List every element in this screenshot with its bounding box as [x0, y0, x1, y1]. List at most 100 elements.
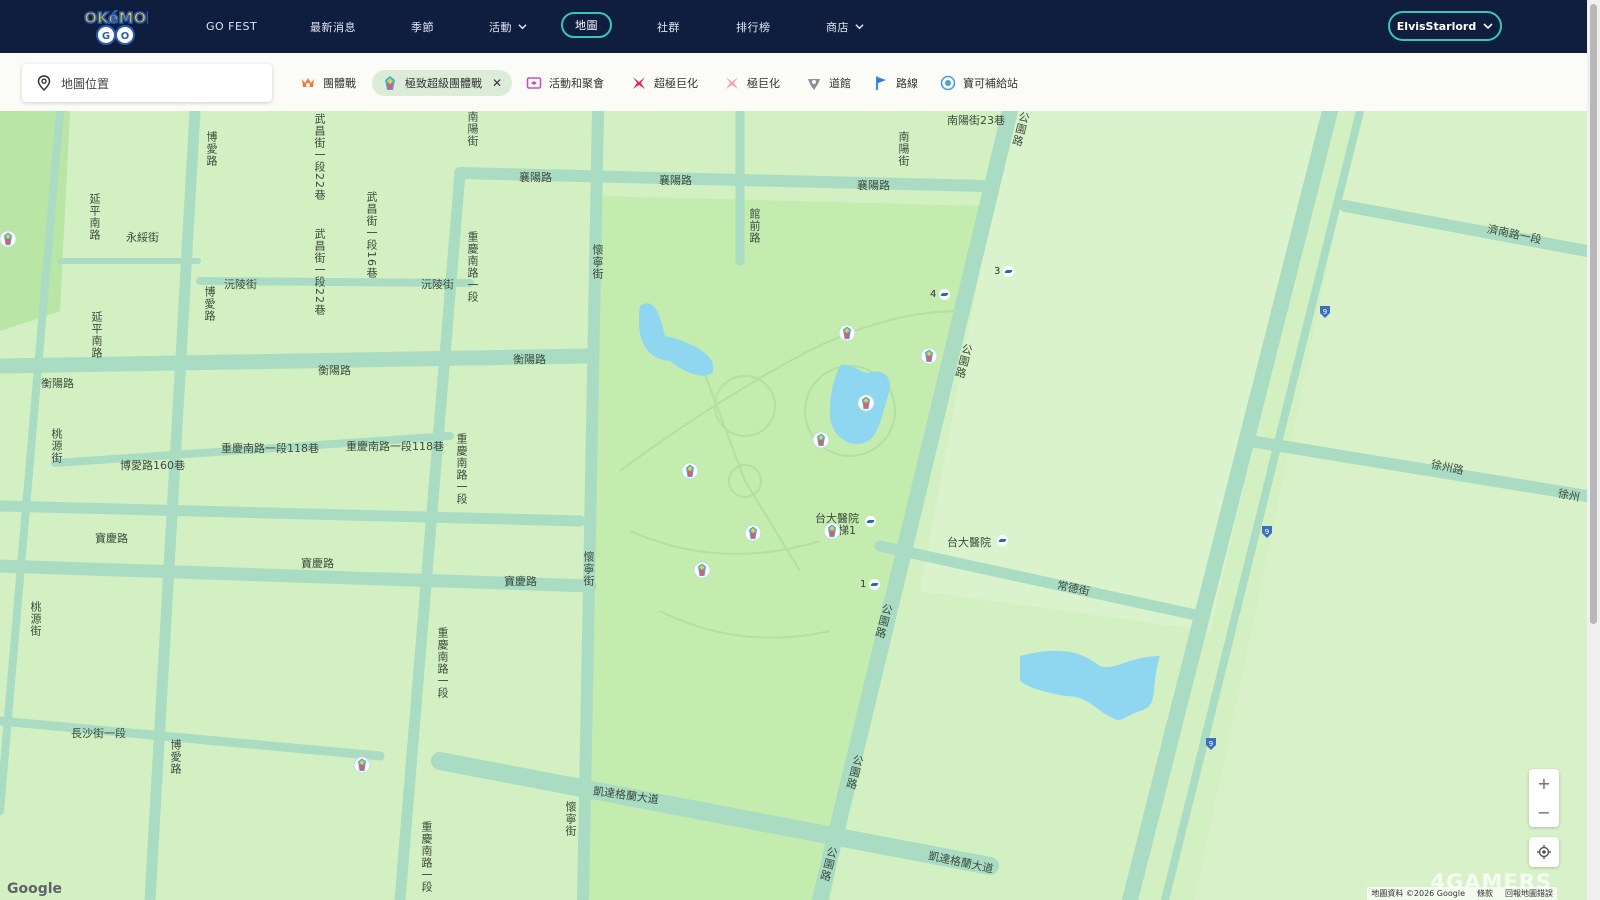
- street-label: 懷寧街: [591, 244, 604, 280]
- nav-community[interactable]: 社群: [657, 0, 680, 53]
- filter-routes[interactable]: 路線: [873, 70, 918, 96]
- dynamax-icon: [726, 77, 738, 89]
- filter-max-battle-label: 極致超級團體戰: [405, 77, 482, 90]
- terms-link[interactable]: 條款: [1477, 888, 1493, 899]
- search-placeholder: 地圖位置: [61, 76, 110, 91]
- street-label: 延平南路: [90, 311, 103, 359]
- chevron-down-icon: [855, 24, 864, 30]
- zoom-in-button[interactable]: +: [1529, 769, 1559, 798]
- filter-raid[interactable]: 團體戰: [300, 70, 356, 96]
- map-data-credit: 地圖資料 ©2026 Google: [1371, 889, 1465, 898]
- filter-pokestop-label: 寶可補給站: [963, 77, 1018, 90]
- max-battle-pin-icon[interactable]: [823, 522, 841, 540]
- street-label: 南陽街: [897, 131, 910, 167]
- map-canvas[interactable]: 襄陽路 襄陽路 襄陽路 衡陽路 衡陽路 衡陽路 寶慶路 寶慶路 寶慶路 永綏街 …: [0, 111, 1587, 900]
- filter-max-battle[interactable]: 極致超級團體戰 ✕: [372, 70, 513, 96]
- street-label: 長沙街一段: [71, 727, 126, 740]
- street-label: 永綏街: [126, 231, 159, 244]
- svg-text:9: 9: [1265, 528, 1269, 536]
- page-scrollbar[interactable]: [1587, 0, 1600, 900]
- street-label: 武昌街一段22巷: [313, 113, 326, 201]
- my-location-button[interactable]: [1529, 837, 1559, 867]
- map-attribution: 地圖資料 ©2026 Google 條款 回報地圖錯誤: [1367, 887, 1557, 900]
- metro-icon: [869, 579, 881, 590]
- nav-map[interactable]: 地圖: [561, 12, 612, 38]
- svg-text:9: 9: [1323, 308, 1327, 316]
- svg-text:G: G: [102, 31, 110, 42]
- street-label: 寶慶路: [95, 532, 128, 545]
- filter-dynamax[interactable]: 極巨化: [724, 70, 780, 96]
- nav-shop[interactable]: 商店: [826, 0, 864, 53]
- crosshair-icon: [1537, 845, 1551, 859]
- google-logo[interactable]: Google: [7, 881, 62, 897]
- mrt-exit-marker: 1: [860, 579, 881, 590]
- zoom-out-button[interactable]: −: [1529, 798, 1559, 827]
- nav-season[interactable]: 季節: [411, 0, 434, 53]
- max-battle-pin-icon[interactable]: [744, 524, 762, 542]
- user-menu-button[interactable]: ElvisStarlord: [1388, 11, 1502, 41]
- metro-icon: [865, 516, 876, 527]
- street-label: 寶慶路: [504, 575, 537, 588]
- filter-gigantamax[interactable]: 超極巨化: [631, 70, 698, 96]
- filter-gym-label: 道館: [829, 77, 851, 90]
- location-pin-icon: [37, 75, 51, 91]
- zoom-control: + −: [1529, 769, 1559, 827]
- username: ElvisStarlord: [1396, 19, 1477, 33]
- svg-text:O: O: [121, 31, 130, 42]
- street-label: 武昌街一段22巷: [313, 228, 326, 316]
- max-battle-pin-icon[interactable]: [812, 431, 830, 449]
- filter-gigantamax-label: 超極巨化: [654, 77, 698, 90]
- max-battle-pin-icon[interactable]: [681, 462, 699, 480]
- pokemon-go-logo[interactable]: POKéMON G O: [84, 5, 148, 47]
- street-label: 重慶南路一段118巷: [346, 440, 444, 453]
- route-shield-icon: 9: [1320, 306, 1330, 318]
- max-battle-pin-icon[interactable]: [857, 394, 875, 412]
- street-label: 桃源街: [29, 601, 42, 637]
- street-label: 襄陽路: [857, 179, 890, 192]
- report-error-link[interactable]: 回報地圖錯誤: [1505, 888, 1553, 899]
- svg-text:POKéMON: POKéMON: [84, 9, 148, 27]
- mrt-station-icon: [862, 516, 876, 527]
- scrollbar-thumb[interactable]: [1590, 4, 1597, 624]
- mrt-exit-marker: 3: [994, 266, 1015, 277]
- metro-icon: [997, 535, 1008, 546]
- nav-events-label: 活動: [489, 20, 512, 34]
- close-icon[interactable]: ✕: [492, 76, 502, 90]
- filter-gym[interactable]: 道館: [806, 70, 851, 96]
- filter-routes-label: 路線: [896, 77, 918, 90]
- route-flag-icon: [876, 76, 886, 90]
- filter-events-label: 活動和聚會: [549, 77, 604, 90]
- street-label: 延平南路: [88, 193, 101, 241]
- max-battle-pin-icon[interactable]: [838, 324, 856, 342]
- street-label: 沅陵街: [421, 278, 454, 291]
- street-label: 博愛路: [205, 131, 218, 167]
- max-battle-pin-icon[interactable]: [693, 561, 711, 579]
- svg-text:9: 9: [1209, 740, 1213, 748]
- street-label: 懷寧街: [582, 551, 595, 587]
- street-label: 寶慶路: [301, 557, 334, 570]
- street-label: 重慶南路一段: [466, 231, 479, 303]
- mrt-exit-number: 3: [994, 266, 1001, 277]
- gym-icon: [808, 79, 820, 90]
- street-label: 襄陽路: [519, 171, 552, 184]
- street-label: 南陽街23巷: [947, 114, 1005, 127]
- nav-news[interactable]: 最新消息: [310, 0, 356, 53]
- mrt-exit-marker: 4: [930, 289, 951, 300]
- max-battle-pin-icon[interactable]: [353, 756, 371, 774]
- street-label: 博愛路: [203, 286, 216, 322]
- nav-shop-label: 商店: [826, 20, 849, 34]
- filter-events[interactable]: 活動和聚會: [526, 70, 604, 96]
- filter-pokestop[interactable]: 寶可補給站: [940, 70, 1018, 96]
- max-battle-pin-icon[interactable]: [0, 230, 17, 248]
- chevron-down-icon: [518, 24, 527, 30]
- nav-go-fest[interactable]: GO FEST: [206, 0, 257, 53]
- map-location-search[interactable]: 地圖位置: [22, 64, 272, 102]
- street-label: 重慶南路一段: [436, 627, 449, 699]
- street-label: 博愛路160巷: [120, 459, 185, 472]
- nav-events[interactable]: 活動: [489, 0, 527, 53]
- street-label: 重慶南路一段118巷: [221, 442, 319, 455]
- metro-icon: [939, 289, 951, 300]
- chevron-down-icon: [1483, 23, 1493, 30]
- nav-leaderboard[interactable]: 排行榜: [736, 0, 771, 53]
- max-battle-pin-icon[interactable]: [920, 347, 938, 365]
